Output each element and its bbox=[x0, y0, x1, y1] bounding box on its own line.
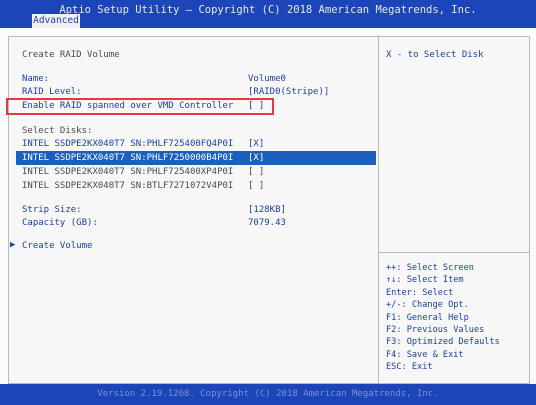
strip-size-select[interactable]: [128KB] bbox=[248, 205, 286, 215]
create-volume-item[interactable]: Create Volume bbox=[22, 241, 92, 251]
help-key-f1: F1: General Help bbox=[386, 312, 469, 323]
capacity-field[interactable]: 7079.43 bbox=[248, 218, 286, 228]
help-key-enter: Enter: Select bbox=[386, 287, 454, 298]
disk-checkbox-4[interactable]: [ ] bbox=[248, 181, 264, 191]
disk-item-4[interactable]: INTEL SSDPE2KX040T7 SN:BTLF7271072V4P0I bbox=[22, 181, 233, 191]
help-key-list: ++: Select Screen ↑↓: Select Item Enter:… bbox=[386, 262, 500, 374]
help-key-select-screen: ++: Select Screen bbox=[386, 263, 474, 273]
tab-advanced[interactable]: Advanced bbox=[32, 14, 80, 28]
submenu-arrow-icon: ▶ bbox=[10, 240, 16, 250]
raid-level-select[interactable]: [RAID0(Stripe)] bbox=[248, 87, 329, 97]
footer-bar: Version 2.19.1268. Copyright (C) 2018 Am… bbox=[0, 384, 536, 405]
app-title: Aptio Setup Utility – Copyright (C) 2018… bbox=[59, 4, 477, 16]
help-key-change-opt: +/-: Change Opt. bbox=[386, 300, 469, 311]
disk-checkbox-2[interactable]: [X] bbox=[248, 153, 264, 163]
raid-level-label: RAID Level: bbox=[22, 87, 82, 97]
title-bar: Aptio Setup Utility – Copyright (C) 2018… bbox=[0, 0, 536, 28]
disk-checkbox-1[interactable]: [X] bbox=[248, 139, 264, 149]
footer-version: Version 2.19.1268. Copyright (C) 2018 Am… bbox=[97, 389, 439, 399]
help-key-f3: F3: Optimized Defaults bbox=[386, 337, 500, 348]
help-key-esc: ESC: Exit bbox=[386, 362, 433, 373]
capacity-label: Capacity (GB): bbox=[22, 218, 98, 228]
annotation-highlight-box bbox=[6, 98, 274, 115]
select-disks-label: Select Disks: bbox=[22, 126, 93, 136]
help-description: X - to Select Disk bbox=[386, 50, 484, 60]
help-key-select-item: ↑↓: Select Item bbox=[386, 275, 464, 286]
name-field[interactable]: Volume0 bbox=[248, 74, 286, 84]
panel-divider bbox=[378, 36, 379, 383]
disk-item-2[interactable]: INTEL SSDPE2KX040T7 SN:PHLF7250000B4P0I bbox=[22, 153, 233, 163]
disk-item-3[interactable]: INTEL SSDPE2KX040T7 SN:PHLF725400XP4P0I bbox=[22, 167, 233, 177]
disk-checkbox-3[interactable]: [ ] bbox=[248, 167, 264, 177]
bios-screen: Aptio Setup Utility – Copyright (C) 2018… bbox=[0, 0, 536, 405]
section-title: Create RAID Volume bbox=[22, 50, 120, 60]
name-label: Name: bbox=[22, 74, 50, 84]
help-separator bbox=[379, 252, 529, 253]
strip-size-label: Strip Size: bbox=[22, 205, 82, 215]
help-key-f2: F2: Previous Values bbox=[386, 325, 485, 336]
help-key-f4: F4: Save & Exit bbox=[386, 349, 464, 360]
disk-item-1[interactable]: INTEL SSDPE2KX040T7 SN:PHLF725400FQ4P0I bbox=[22, 139, 233, 149]
